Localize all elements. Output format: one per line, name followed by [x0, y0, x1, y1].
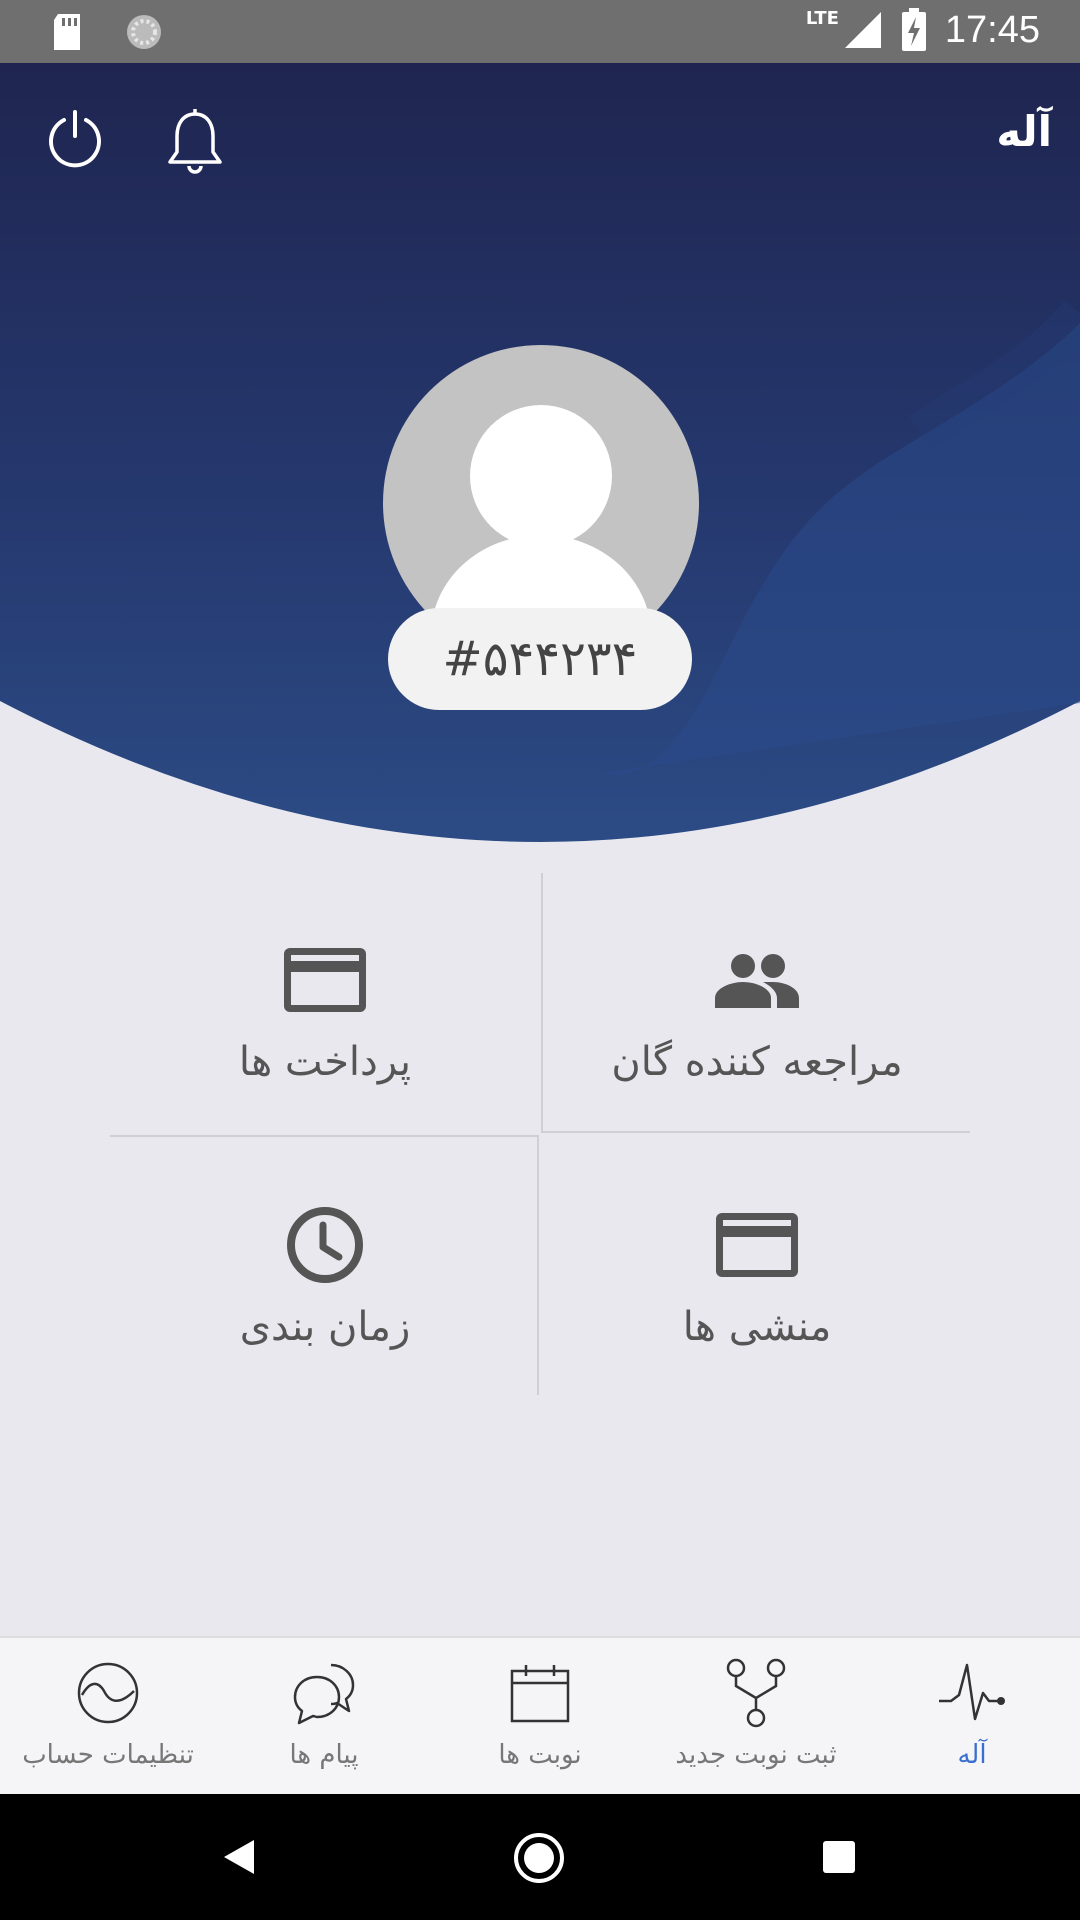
sync-icon — [127, 15, 161, 49]
nav-item-appointments[interactable]: نوبت ها — [432, 1638, 648, 1796]
wave-circle-icon — [77, 1662, 139, 1724]
credit-card-icon — [716, 1213, 798, 1277]
grid-divider — [110, 1135, 539, 1137]
pulse-icon — [939, 1663, 1005, 1721]
calendar-icon — [510, 1665, 570, 1723]
tile-clients[interactable]: مراجعه کننده گان — [547, 875, 967, 1115]
network-type: LTE — [805, 7, 839, 29]
grid-divider — [543, 1131, 970, 1133]
nav-item-account-settings[interactable]: تنظیمات حساب — [0, 1638, 216, 1796]
branch-icon — [726, 1658, 786, 1728]
status-bar: LTE 17:45 — [0, 0, 1080, 63]
home-icon[interactable] — [513, 1832, 565, 1884]
battery-charging-icon — [901, 8, 926, 51]
grid-divider — [537, 1137, 539, 1395]
nav-label: نوبت ها — [498, 1740, 582, 1770]
tile-label: مراجعه کننده گان — [611, 1039, 903, 1085]
nav-label: پیام ها — [289, 1740, 359, 1770]
grid-divider — [541, 873, 543, 1133]
nav-item-home[interactable]: آله — [864, 1638, 1080, 1796]
signal-icon — [844, 12, 881, 48]
back-icon[interactable] — [222, 1838, 256, 1876]
nav-label: آله — [957, 1740, 987, 1770]
tile-label: منشی ها — [682, 1304, 832, 1350]
tile-secretaries[interactable]: منشی ها — [547, 1140, 967, 1380]
recents-icon[interactable] — [822, 1840, 856, 1874]
bottom-navigation: آله ثبت نوبت جدید نوبت ها پیام ها تنظیما… — [0, 1636, 1080, 1796]
people-icon — [715, 954, 799, 1008]
user-code: #۵۴۴۲۳۴ — [442, 631, 638, 687]
nav-label: ثبت نوبت جدید — [675, 1740, 837, 1770]
app-title: آله — [996, 107, 1052, 156]
power-icon[interactable] — [45, 108, 105, 168]
credit-card-icon — [284, 948, 366, 1012]
nav-item-messages[interactable]: پیام ها — [216, 1638, 432, 1796]
bell-icon[interactable] — [165, 108, 225, 178]
avatar-head — [470, 405, 612, 547]
tile-scheduling[interactable]: زمان بندی — [115, 1140, 535, 1380]
user-code-badge: #۵۴۴۲۳۴ — [388, 608, 692, 710]
tile-payments[interactable]: پرداخت ها — [115, 875, 535, 1115]
nav-label: تنظیمات حساب — [22, 1740, 194, 1770]
system-navigation-bar — [0, 1794, 1080, 1920]
nav-item-new-appointment[interactable]: ثبت نوبت جدید — [648, 1638, 864, 1796]
tile-label: زمان بندی — [239, 1304, 411, 1350]
chat-icon — [293, 1663, 355, 1725]
clock-icon — [287, 1207, 363, 1283]
sd-card-icon — [54, 14, 80, 50]
clock: 17:45 — [944, 8, 1040, 51]
tile-label: پرداخت ها — [238, 1039, 412, 1085]
